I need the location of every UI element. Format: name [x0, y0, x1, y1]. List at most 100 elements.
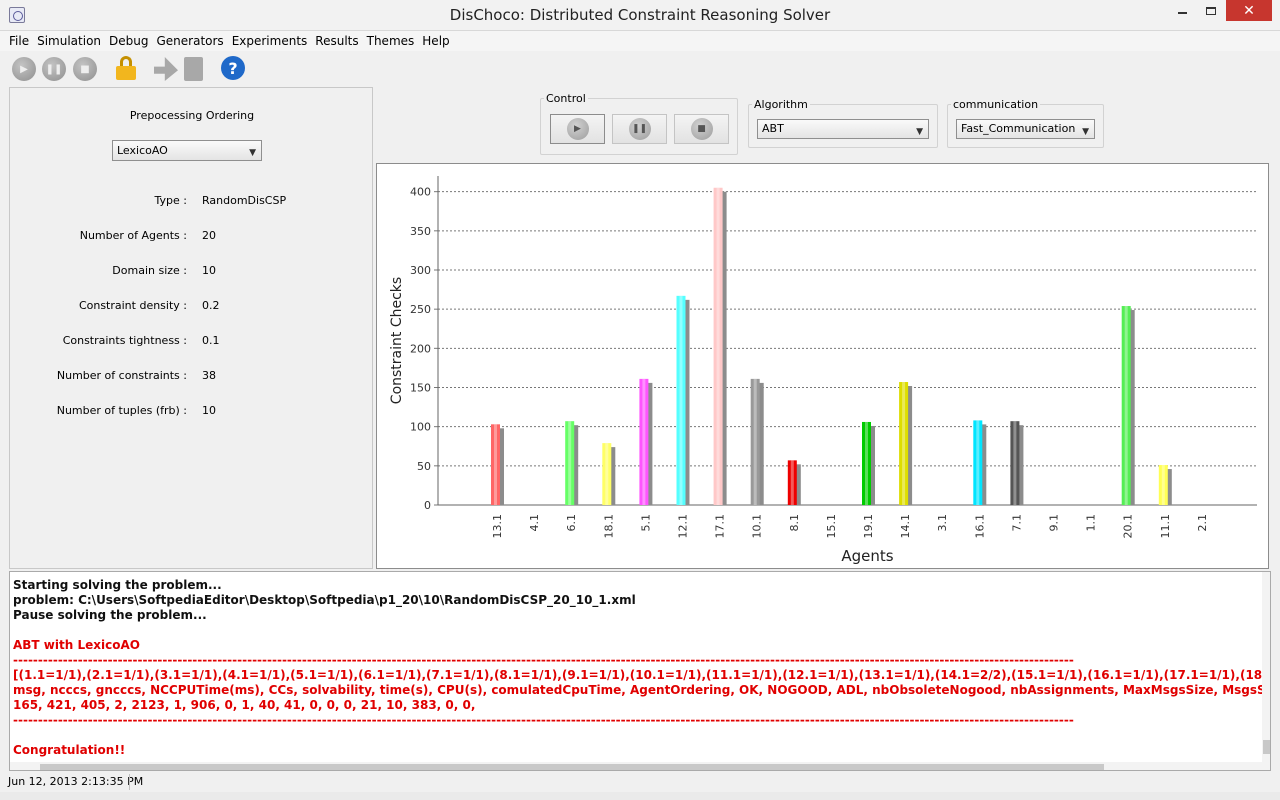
close-button[interactable]: ✕ — [1226, 0, 1272, 21]
log-line: problem: C:\Users\SoftpediaEditor\Deskto… — [13, 593, 636, 607]
chevron-down-icon: ▼ — [249, 148, 256, 158]
log-line: ----------------------------------------… — [13, 653, 1074, 667]
communication-select[interactable]: Fast_Communication ▼ — [956, 119, 1095, 139]
x-tick-label: 4.1 — [528, 514, 541, 532]
problem-settings-panel: Prepocessing Ordering LexicoAO ▼ Type : … — [9, 87, 373, 569]
play-icon: ▶ — [20, 63, 28, 75]
y-tick-label: 200 — [410, 342, 431, 355]
menu-themes[interactable]: Themes — [363, 32, 419, 50]
x-tick-label: 13.1 — [491, 514, 504, 539]
x-tick-label: 6.1 — [565, 514, 578, 532]
log-line: Pause solving the problem... — [13, 608, 207, 622]
toolbar-play-button[interactable]: ▶ — [12, 57, 36, 81]
prop-constraints-label: Number of constraints : — [56, 369, 187, 382]
x-tick-label: 3.1 — [936, 514, 949, 532]
prop-tightness-label: Constraints tightness : — [62, 334, 187, 347]
constraint-checks-chart: 0 50 100 150 200 250 300 350 400 13.1 4.1 6.1 18.1 5.… — [389, 176, 1257, 565]
maximize-icon — [1205, 6, 1216, 15]
prop-density-label: Constraint density : — [78, 299, 187, 312]
bar-highlight — [865, 421, 868, 505]
bar-highlight — [1161, 465, 1165, 505]
y-tick-label: 150 — [410, 382, 431, 395]
x-tick-label: 5.1 — [639, 514, 652, 532]
maximize-button[interactable] — [1197, 0, 1224, 21]
minimize-icon — [1177, 12, 1187, 14]
communication-group-title: communication — [951, 98, 1041, 111]
bar-highlight — [605, 443, 609, 505]
prop-tightness-value: 0.1 — [202, 334, 220, 347]
prop-domain-value: 10 — [202, 264, 216, 277]
chevron-down-icon: ▼ — [916, 127, 923, 137]
y-tick-label: 100 — [410, 421, 431, 434]
log-horizontal-scrollbar[interactable] — [10, 762, 1262, 770]
toolbar-document-button[interactable] — [184, 57, 203, 81]
pause-icon: ❚❚ — [628, 118, 651, 140]
x-tick-label: 16.1 — [973, 514, 986, 539]
x-tick-label: 20.1 — [1122, 514, 1135, 539]
prop-type-value: RandomDisCSP — [202, 194, 287, 207]
x-tick-label: 12.1 — [677, 514, 690, 539]
play-icon: ▶ — [566, 118, 589, 140]
x-tick-label: 7.1 — [1010, 514, 1023, 532]
x-tick-label: 15.1 — [825, 514, 838, 539]
toolbar: ▶ ❚❚ ■ — [0, 52, 1280, 85]
ordering-select-value: LexicoAO — [117, 144, 168, 157]
y-tick-label: 0 — [424, 499, 431, 512]
minimize-button[interactable] — [1168, 0, 1196, 21]
title-bar: DisChoco: Distributed Constraint Reasoni… — [0, 0, 1280, 31]
stop-icon: ■ — [80, 63, 90, 75]
prop-tuples-label: Number of tuples (frb) : — [56, 404, 187, 417]
menu-debug[interactable]: Debug — [105, 32, 152, 50]
toolbar-pause-button[interactable]: ❚❚ — [42, 57, 66, 81]
window-title: DisChoco: Distributed Constraint Reasoni… — [449, 6, 831, 24]
prop-type-label: Type : — [154, 194, 187, 207]
help-icon: ? — [228, 58, 238, 78]
ordering-select[interactable]: LexicoAO ▼ — [112, 140, 262, 161]
bar-highlight — [679, 295, 683, 505]
log-vertical-scrollbar[interactable] — [1262, 572, 1270, 770]
log-text-area[interactable]: Starting solving the problem... problem: … — [10, 572, 1262, 762]
menu-help[interactable]: Help — [418, 32, 453, 50]
pause-icon: ❚❚ — [45, 63, 63, 75]
y-tick-label: 350 — [410, 225, 431, 238]
menu-experiments[interactable]: Experiments — [228, 32, 312, 50]
bar-highlight — [790, 460, 794, 505]
y-tick-label: 50 — [417, 460, 431, 473]
algorithm-select[interactable]: ABT ▼ — [757, 119, 929, 139]
algorithm-group-title: Algorithm — [752, 98, 810, 111]
toolbar-export-button[interactable] — [154, 57, 178, 81]
toolbar-lock-button[interactable] — [115, 56, 137, 80]
log-line: msg, ncccs, gncccs, NCCPUTime(ms), CCs, … — [13, 683, 1262, 697]
prop-agents-value: 20 — [202, 229, 216, 242]
y-tick-label: 250 — [410, 303, 431, 316]
control-group-title: Control — [544, 92, 588, 105]
menu-results[interactable]: Results — [311, 32, 362, 50]
log-console: Starting solving the problem... problem: … — [9, 571, 1271, 771]
log-line: Congratulation!! — [13, 743, 126, 757]
x-tick-label: 19.1 — [862, 514, 875, 539]
control-play-button[interactable]: ▶ — [550, 114, 605, 144]
control-stop-button[interactable]: ■ — [674, 114, 729, 144]
prop-density-value: 0.2 — [202, 299, 220, 312]
menu-generators[interactable]: Generators — [152, 32, 227, 50]
bar-highlight — [716, 187, 720, 505]
prop-domain-label: Domain size : — [112, 264, 187, 277]
toolbar-help-button[interactable]: ? — [221, 56, 245, 80]
x-tick-label: 14.1 — [899, 514, 912, 539]
prop-agents-label: Number of Agents : — [79, 229, 187, 242]
x-tick-label: 11.1 — [1159, 514, 1172, 539]
menu-file[interactable]: File — [5, 32, 33, 50]
control-pause-button[interactable]: ❚❚ — [612, 114, 667, 144]
bar-highlight — [494, 424, 497, 505]
y-axis-label: Constraint Checks — [389, 277, 405, 404]
log-line: 165, 421, 405, 2, 2123, 1, 906, 0, 1, 40… — [13, 698, 476, 712]
log-line: ----------------------------------------… — [13, 713, 1074, 727]
toolbar-stop-button[interactable]: ■ — [73, 57, 97, 81]
preprocessing-label: Prepocessing Ordering — [129, 109, 255, 122]
x-tick-label: 17.1 — [714, 514, 727, 539]
close-icon: ✕ — [1243, 2, 1255, 19]
bar-highlight — [902, 382, 906, 505]
menu-simulation[interactable]: Simulation — [33, 32, 105, 50]
x-tick-label: 18.1 — [602, 514, 615, 539]
status-bar: Jun 12, 2013 2:13:35 PM — [0, 772, 1280, 792]
